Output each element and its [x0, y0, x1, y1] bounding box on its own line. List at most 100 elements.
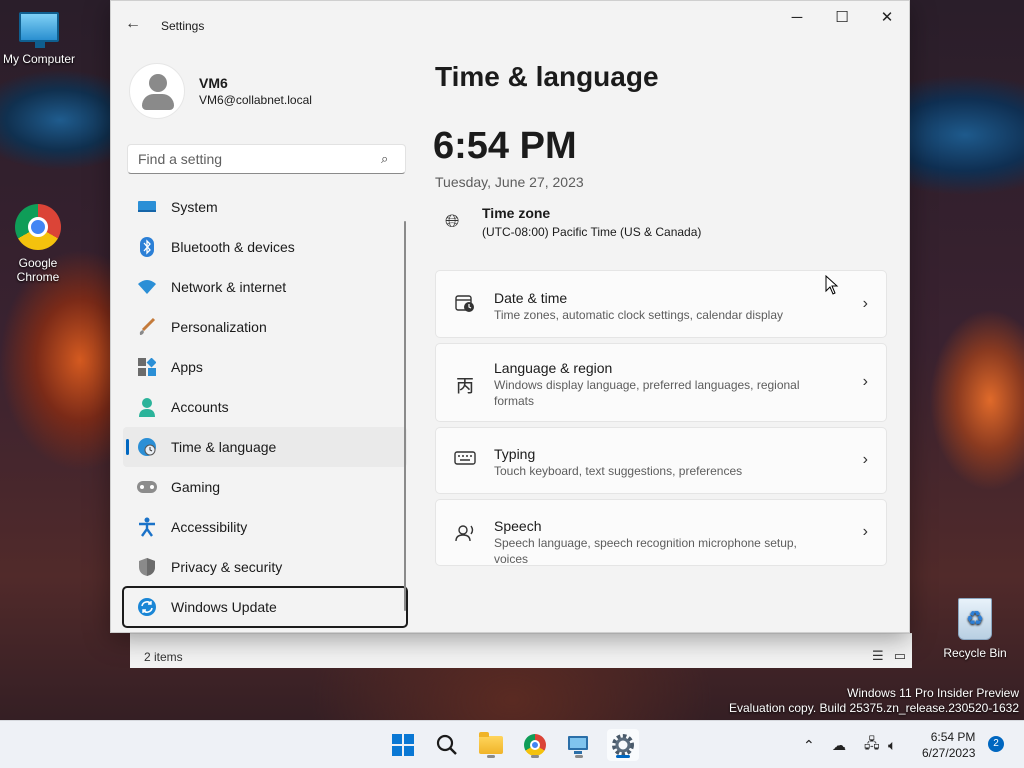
- desktop-icon-label: Google Chrome: [16, 256, 60, 284]
- sidebar-item-accounts[interactable]: Accounts: [123, 387, 407, 427]
- sidebar-item-gaming[interactable]: Gaming: [123, 467, 407, 507]
- card-title: Speech: [494, 518, 542, 534]
- title-bar[interactable]: ← Settings ─ ☐ ✕: [111, 1, 909, 49]
- card-description: Speech language, speech recognition micr…: [494, 536, 797, 566]
- bluetooth-icon: [137, 237, 157, 257]
- accessibility-icon: [137, 517, 157, 537]
- settings-window: ← Settings ─ ☐ ✕ VM6 VM6@collabnet.local…: [110, 0, 910, 633]
- card-date-time[interactable]: Date & time Time zones, automatic clock …: [435, 270, 887, 338]
- desktop-icon-recycle-bin[interactable]: ♻ Recycle Bin: [937, 598, 1013, 660]
- sidebar-item-apps[interactable]: Apps: [123, 347, 407, 387]
- maximize-button[interactable]: ☐: [819, 9, 865, 31]
- brush-icon: [137, 317, 157, 337]
- user-name: VM6: [199, 75, 228, 91]
- minimize-button[interactable]: ─: [774, 9, 820, 31]
- settings-button[interactable]: [607, 729, 639, 761]
- globe-clock-icon: [137, 437, 157, 457]
- network-icon[interactable]: 🖧︎: [864, 721, 880, 768]
- watermark-build: Evaluation copy. Build 25375.zn_release.…: [729, 701, 1019, 715]
- sidebar-item-label: Accessibility: [171, 519, 248, 535]
- user-avatar[interactable]: [129, 63, 185, 119]
- sidebar-item-personalization[interactable]: Personalization: [123, 307, 407, 347]
- sidebar-item-time-language[interactable]: Time & language: [123, 427, 407, 467]
- onedrive-offline-icon[interactable]: ☁︎: [832, 721, 846, 768]
- globe-icon: 🌐︎: [445, 211, 460, 231]
- card-language-region[interactable]: ㆛ Language & region Windows display lang…: [435, 343, 887, 422]
- desktop-icon-my-computer[interactable]: My Computer: [1, 12, 77, 66]
- notification-badge[interactable]: 2: [988, 736, 1004, 752]
- sidebar-item-bluetooth[interactable]: Bluetooth & devices: [123, 227, 407, 267]
- search-input[interactable]: [127, 144, 406, 174]
- card-title: Typing: [494, 446, 536, 462]
- remote-desktop-button[interactable]: [563, 729, 595, 761]
- page-title: Time & language: [435, 61, 659, 92]
- recycle-bin-icon: ♻: [958, 598, 992, 640]
- my-computer-icon: [19, 12, 59, 48]
- sidebar-item-label: Network & internet: [171, 279, 287, 295]
- sidebar-item-label: Windows Update: [171, 599, 277, 615]
- sidebar-item-label: Gaming: [171, 479, 221, 495]
- details-view-icon[interactable]: ☰: [872, 648, 884, 664]
- tiles-view-icon[interactable]: ▭: [894, 648, 906, 664]
- card-title: Language & region: [494, 360, 613, 376]
- back-arrow-icon[interactable]: ←: [125, 15, 141, 33]
- card-description: Touch keyboard, text suggestions, prefer…: [494, 464, 743, 478]
- sidebar-item-label: Time & language: [171, 439, 277, 455]
- taskbar-clock[interactable]: 6:54 PM 6/27/2023: [922, 729, 975, 761]
- sidebar-item-system[interactable]: System: [123, 187, 407, 227]
- running-indicator: [575, 755, 583, 758]
- chevron-right-icon: ›: [862, 523, 868, 540]
- update-icon: [137, 597, 157, 617]
- windows-watermark: Windows 11 Pro Insider Preview Evaluatio…: [729, 686, 1019, 716]
- desktop-icon-google-chrome[interactable]: Google Chrome: [0, 204, 76, 284]
- search-icon: [436, 734, 457, 755]
- sidebar-item-label: Bluetooth & devices: [171, 239, 295, 255]
- shield-icon: [137, 557, 157, 577]
- watermark-edition: Windows 11 Pro Insider Preview: [847, 686, 1019, 700]
- card-typing[interactable]: Typing Touch keyboard, text suggestions,…: [435, 427, 887, 494]
- sidebar-item-network[interactable]: Network & internet: [123, 267, 407, 307]
- person-icon: [137, 397, 157, 417]
- chrome-icon: [15, 204, 61, 250]
- chevron-right-icon: ›: [862, 373, 868, 390]
- timezone-label: Time zone: [482, 205, 551, 221]
- timezone-value: (UTC-08:00) Pacific Time (US & Canada): [482, 225, 702, 239]
- mouse-cursor-icon: [825, 275, 839, 295]
- start-button[interactable]: [387, 729, 419, 761]
- taskbar: ⌃ ☁︎ 🖧︎ 🔈︎ 6:54 PM 6/27/2023 2: [0, 720, 1024, 768]
- desktop-icon-label: My Computer: [2, 52, 76, 66]
- sidebar-scrollbar[interactable]: [404, 221, 406, 611]
- running-indicator: [487, 755, 495, 758]
- sidebar-item-privacy[interactable]: Privacy & security: [123, 547, 407, 587]
- taskbar-date: 6/27/2023: [922, 746, 976, 760]
- show-hidden-icons-chevron-up-icon[interactable]: ⌃: [803, 721, 815, 768]
- chrome-button[interactable]: [519, 729, 551, 761]
- sidebar-item-label: Personalization: [171, 319, 267, 335]
- search-button[interactable]: [431, 729, 463, 761]
- sidebar-item-windows-update[interactable]: Windows Update: [122, 586, 408, 628]
- search-icon[interactable]: ⌕: [381, 151, 388, 167]
- sidebar-item-accessibility[interactable]: Accessibility: [123, 507, 407, 547]
- sidebar-item-label: System: [171, 199, 218, 215]
- card-description: Time zones, automatic clock settings, ca…: [494, 308, 784, 322]
- sidebar-nav: System Bluetooth & devices Network & int…: [122, 187, 408, 628]
- explorer-item-count: 2 items: [144, 650, 183, 664]
- monitor-icon: [137, 197, 157, 217]
- gamepad-icon: [137, 477, 157, 497]
- wifi-icon: [137, 277, 157, 297]
- folder-icon: [479, 732, 503, 754]
- remote-desktop-icon: [568, 736, 588, 754]
- close-button[interactable]: ✕: [864, 9, 910, 31]
- sidebar-item-label: Apps: [171, 359, 203, 375]
- avatar-body: [142, 94, 174, 110]
- card-description: Windows display language, preferred lang…: [494, 378, 800, 408]
- file-explorer-statusbar: 2 items ☰ ▭: [130, 633, 912, 668]
- card-speech[interactable]: Speech Speech language, speech recogniti…: [435, 499, 887, 566]
- card-title: Date & time: [494, 290, 568, 306]
- desktop-icon-label: Recycle Bin: [943, 646, 1007, 660]
- chevron-right-icon: ›: [862, 295, 868, 312]
- volume-icon[interactable]: 🔈︎: [888, 721, 896, 768]
- file-explorer-button[interactable]: [475, 729, 507, 761]
- calendar-clock-icon: [454, 293, 476, 318]
- user-email: VM6@collabnet.local: [199, 93, 312, 107]
